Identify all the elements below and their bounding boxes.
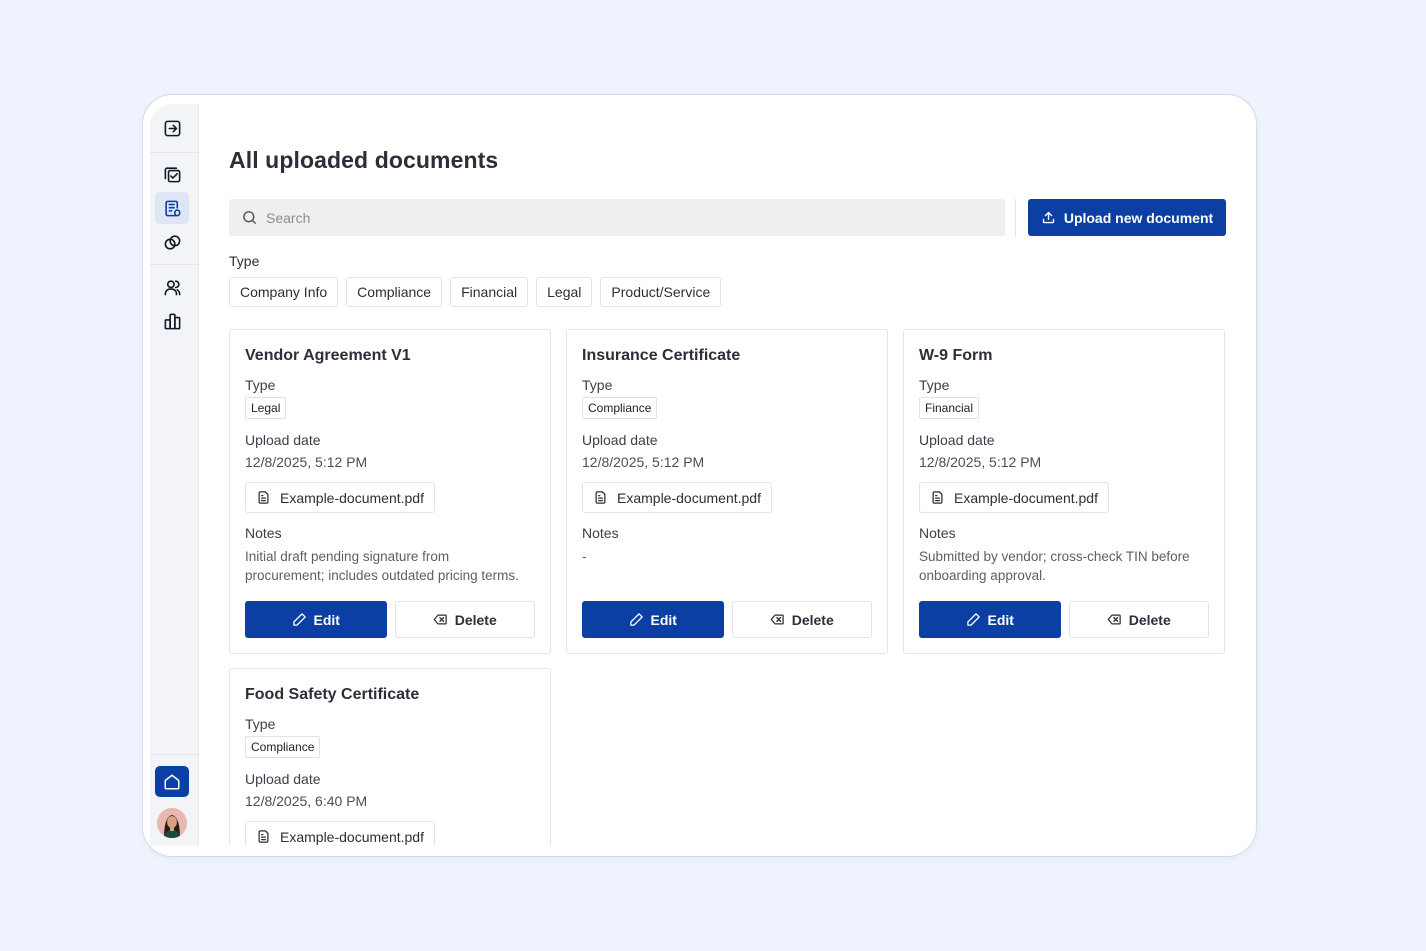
search-bar[interactable]: [229, 199, 1005, 236]
notes-label: Notes: [582, 525, 619, 541]
file-attachment[interactable]: Example-document.pdf: [582, 482, 772, 513]
edit-button[interactable]: Edit: [582, 601, 724, 638]
upload-date-label: Upload date: [245, 432, 321, 448]
avatar[interactable]: [157, 808, 187, 838]
notes-line: Initial draft pending signature from: [245, 549, 450, 564]
filter-chip-financial[interactable]: Financial: [450, 277, 529, 307]
type-label: Type: [582, 377, 613, 393]
document-card: Insurance Certificate Type Compliance Up…: [566, 329, 888, 654]
type-label: Type: [245, 716, 276, 732]
notes-line: procurement; includes outdated pricing t…: [245, 568, 519, 583]
filter-chip-company-info[interactable]: Company Info: [229, 277, 339, 307]
type-badge: Compliance: [582, 397, 658, 419]
sidebar-divider: [150, 754, 199, 755]
documents-icon[interactable]: [155, 192, 189, 224]
document-title: Insurance Certificate: [582, 347, 741, 364]
upload-new-document-button[interactable]: Upload new document: [1028, 199, 1226, 236]
upload-date-label: Upload date: [245, 771, 321, 787]
delete-label: Delete: [791, 611, 834, 628]
pencil-icon: [292, 613, 306, 626]
type-label: Type: [919, 377, 950, 393]
edit-label: Edit: [987, 611, 1014, 628]
edit-label: Edit: [313, 611, 340, 628]
pencil-icon: [966, 613, 980, 626]
type-filter-chips: Company Info Compliance Financial Legal …: [229, 277, 722, 307]
pencil-icon: [629, 613, 643, 626]
collapse-sidebar-icon[interactable]: [155, 112, 189, 144]
delete-icon: [770, 614, 784, 625]
type-badge: Financial: [919, 397, 980, 419]
sidebar-divider: [150, 152, 199, 153]
edit-button[interactable]: Edit: [245, 601, 387, 638]
delete-icon: [1107, 614, 1121, 625]
notes-label: Notes: [919, 525, 956, 541]
app-window: All uploaded documents Upload new docume…: [150, 104, 1248, 846]
file-name: Example-document.pdf: [617, 489, 761, 506]
upload-button-label: Upload new document: [1063, 209, 1214, 226]
delete-label: Delete: [1128, 611, 1171, 628]
notes-line: -: [582, 549, 587, 564]
delete-button[interactable]: Delete: [731, 601, 872, 638]
notes-value: Submitted by vendor; cross-check TIN bef…: [919, 547, 1209, 585]
upload-date-value: 12/8/2025, 5:12 PM: [919, 454, 1042, 470]
file-icon: [258, 830, 269, 843]
upload-date-value: 12/8/2025, 5:12 PM: [245, 454, 368, 470]
notes-line: onboarding approval.: [919, 568, 1046, 583]
type-badge: Legal: [245, 397, 287, 419]
document-title: Vendor Agreement V1: [245, 347, 411, 364]
filter-chip-product-service[interactable]: Product/Service: [600, 277, 722, 307]
sidebar: [150, 104, 199, 846]
filter-chip-legal[interactable]: Legal: [536, 277, 593, 307]
notes-label: Notes: [245, 525, 282, 541]
contacts-icon[interactable]: [155, 271, 189, 303]
search-input[interactable]: [266, 209, 966, 226]
upload-date-value: 12/8/2025, 5:12 PM: [582, 454, 705, 470]
card-actions: Edit Delete: [919, 601, 1209, 638]
file-icon: [258, 491, 269, 504]
home-icon[interactable]: [155, 766, 189, 797]
sidebar-divider: [150, 264, 199, 265]
edit-label: Edit: [650, 611, 677, 628]
file-icon: [932, 491, 943, 504]
type-filter-label: Type: [229, 253, 260, 269]
upload-date-label: Upload date: [582, 432, 658, 448]
upload-date-value: 12/8/2025, 6:40 PM: [245, 793, 368, 809]
file-name: Example-document.pdf: [954, 489, 1098, 506]
notes-line: Submitted by vendor; cross-check TIN bef…: [919, 549, 1190, 564]
type-badge: Compliance: [245, 736, 321, 758]
file-name: Example-document.pdf: [280, 828, 424, 845]
upload-icon: [1042, 211, 1055, 224]
page-title: All uploaded documents: [229, 147, 499, 173]
search-icon: [243, 211, 256, 224]
main-content: All uploaded documents Upload new docume…: [229, 104, 1229, 846]
document-card: Food Safety Certificate Type Compliance …: [229, 668, 551, 846]
file-attachment[interactable]: Example-document.pdf: [919, 482, 1109, 513]
edit-button[interactable]: Edit: [919, 601, 1061, 638]
filter-chip-compliance[interactable]: Compliance: [346, 277, 443, 307]
delete-label: Delete: [454, 611, 497, 628]
file-attachment[interactable]: Example-document.pdf: [245, 821, 435, 846]
file-name: Example-document.pdf: [280, 489, 424, 506]
notes-value: Initial draft pending signature from pro…: [245, 547, 535, 585]
notes-value: -: [582, 547, 872, 585]
document-title: Food Safety Certificate: [245, 686, 420, 703]
analytics-icon[interactable]: [155, 305, 189, 337]
document-title: W-9 Form: [919, 347, 993, 364]
tasks-icon[interactable]: [155, 158, 189, 190]
file-icon: [595, 491, 606, 504]
document-card: Vendor Agreement V1 Type Legal Upload da…: [229, 329, 551, 654]
delete-icon: [433, 614, 447, 625]
integrations-icon[interactable]: [155, 226, 189, 258]
type-label: Type: [245, 377, 276, 393]
delete-button[interactable]: Delete: [394, 601, 535, 638]
card-actions: Edit Delete: [582, 601, 872, 638]
upload-date-label: Upload date: [919, 432, 995, 448]
toolbar-divider: [1015, 199, 1016, 237]
document-card: W-9 Form Type Financial Upload date 12/8…: [903, 329, 1225, 654]
card-actions: Edit Delete: [245, 601, 535, 638]
file-attachment[interactable]: Example-document.pdf: [245, 482, 435, 513]
delete-button[interactable]: Delete: [1068, 601, 1209, 638]
